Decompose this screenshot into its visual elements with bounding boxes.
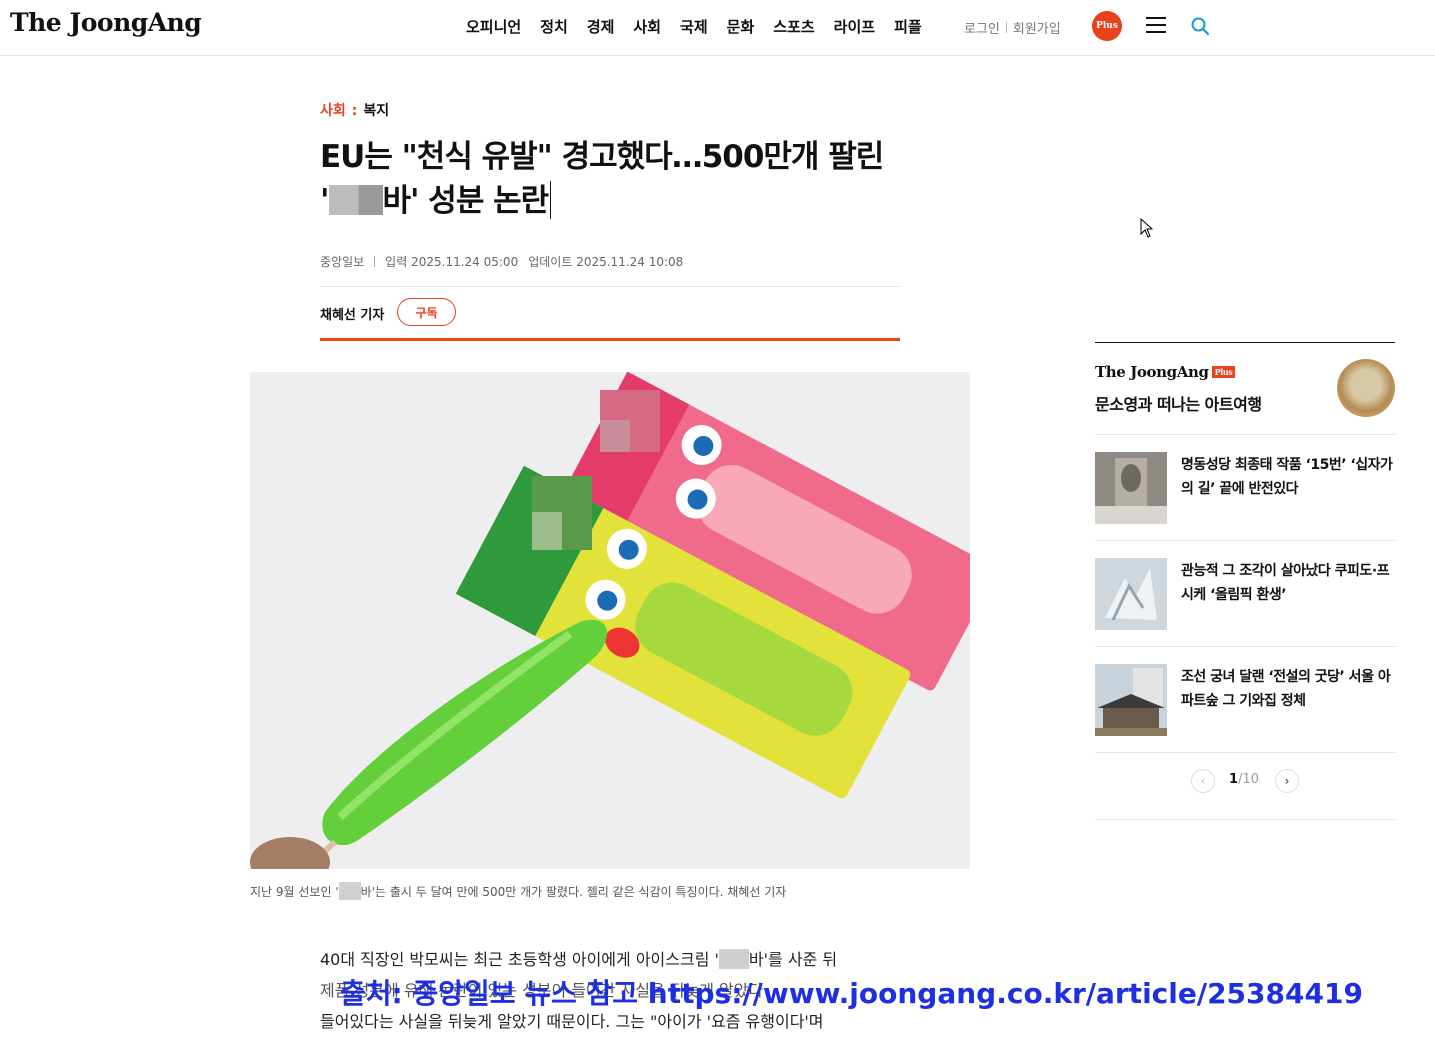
- list-item-title[interactable]: 조선 궁녀 달랜 ‘전설의 굿당’ 서울 아파트숲 그 기와집 정체: [1181, 665, 1397, 713]
- article-thumbnail: [1095, 452, 1167, 524]
- list-item-title[interactable]: 관능적 그 조각이 살아났다 쿠피도·프시케 ‘올림픽 환생’: [1181, 559, 1397, 607]
- publisher: 중앙일보: [320, 255, 365, 269]
- divider: [374, 256, 376, 267]
- sidebar-widget: The JoongAng Plus 문소영과 떠나는 아트여행 명동성당 최종태 …: [1095, 342, 1395, 820]
- site-header: The JoongAng 오피니언 정치 경제 사회 국제 문화 스포츠 라이프…: [0, 0, 1435, 56]
- breadcrumb: 사회: 복지: [320, 100, 389, 120]
- nav-item-people[interactable]: 피플: [894, 16, 922, 37]
- breadcrumb-subsection[interactable]: 복지: [363, 103, 389, 119]
- plus-tag: Plus: [1211, 366, 1236, 378]
- nav-item-international[interactable]: 국제: [680, 16, 708, 37]
- prev-page-button[interactable]: ‹: [1191, 769, 1215, 793]
- series-title[interactable]: 문소영과 떠나는 아트여행: [1095, 391, 1262, 415]
- next-page-button[interactable]: ›: [1275, 769, 1299, 793]
- article-title: EU는 "천식 유발" 경고했다…500만개 팔린 ' 바' 성분 논란: [320, 135, 920, 223]
- series-thumbnail: [1337, 359, 1395, 417]
- search-icon[interactable]: [1190, 16, 1210, 36]
- nav-item-economy[interactable]: 경제: [587, 16, 615, 37]
- breadcrumb-section[interactable]: 사회: [320, 103, 346, 119]
- list-item[interactable]: 명동성당 최종태 작품 ‘15번’ ‘십자가의 길’ 끝에 반전있다: [1095, 435, 1395, 541]
- page-current: 1: [1229, 772, 1239, 787]
- mouse-cursor-icon: [1140, 218, 1154, 238]
- nav-item-life[interactable]: 라이프: [834, 16, 875, 37]
- censored-block: [718, 949, 749, 969]
- update-label: 업데이트: [528, 255, 573, 269]
- page-total: /10: [1238, 772, 1259, 787]
- plus-logo: The JoongAng Plus: [1095, 363, 1236, 381]
- nav-item-politics[interactable]: 정치: [540, 16, 568, 37]
- breadcrumb-separator: :: [351, 103, 358, 119]
- nav-item-opinion[interactable]: 오피니언: [466, 16, 521, 37]
- photo-caption: 지난 9월 선보인 ' 바'는 출시 두 달여 만에 500만 개가 팔렸다. 젤…: [250, 882, 786, 900]
- auth-links: 로그인 회원가입: [964, 18, 1061, 37]
- input-label: 입력: [385, 255, 408, 269]
- divider: [1005, 22, 1007, 33]
- caption-prefix: 지난 9월 선보인 ': [250, 885, 339, 899]
- article-thumbnail: [1095, 664, 1167, 736]
- article-thumbnail: [1095, 558, 1167, 630]
- subscribe-button[interactable]: 구독: [397, 298, 456, 326]
- login-link[interactable]: 로그인: [964, 18, 1000, 37]
- body-text: 바'를 사준 뒤: [748, 950, 838, 969]
- title-quote: ': [320, 183, 329, 219]
- caption-text: 바'는 출시 두 달여 만에 500만 개가 팔렸다. 젤리 같은 식감이 특징…: [360, 885, 787, 899]
- nav-item-culture[interactable]: 문화: [727, 16, 755, 37]
- update-date: 2025.11.24 10:08: [576, 254, 684, 269]
- text-caret: [550, 181, 552, 219]
- input-date: 2025.11.24 05:00: [411, 254, 519, 269]
- body-paragraph-line: 40대 직장인 박모씨는 최근 초등학생 아이에게 아이스크림 ' 바'를 사준 …: [320, 944, 920, 975]
- reporter-name[interactable]: 채혜선 기자: [320, 304, 384, 323]
- article-meta: 중앙일보 입력 2025.11.24 05:00 업데이트 2025.11.24…: [320, 253, 683, 270]
- article-photo: [250, 372, 970, 869]
- hamburger-menu-icon[interactable]: [1146, 17, 1166, 33]
- plus-logo-text: The JoongAng: [1095, 363, 1209, 381]
- site-logo[interactable]: The JoongAng: [10, 8, 202, 37]
- title-line-1: EU는 "천식 유발" 경고했다…500만개 팔린: [320, 139, 884, 175]
- body-text: 40대 직장인 박모씨는 최근 초등학생 아이에게 아이스크림 ': [320, 950, 719, 969]
- list-item[interactable]: 조선 궁녀 달랜 ‘전설의 굿당’ 서울 아파트숲 그 기와집 정체: [1095, 647, 1395, 753]
- nav-item-sports[interactable]: 스포츠: [773, 16, 814, 37]
- censored-block: [338, 882, 361, 900]
- pagination: ‹ 1/10 ›: [1095, 753, 1395, 820]
- accent-divider: [320, 338, 900, 341]
- censored-block: [328, 185, 383, 215]
- nav-item-society[interactable]: 사회: [633, 16, 661, 37]
- list-item[interactable]: 관능적 그 조각이 살아났다 쿠피도·프시케 ‘올림픽 환생’: [1095, 541, 1395, 647]
- page-indicator: 1/10: [1229, 772, 1259, 787]
- signup-link[interactable]: 회원가입: [1013, 18, 1061, 37]
- plus-button[interactable]: Plus: [1092, 11, 1122, 41]
- plus-series-header[interactable]: The JoongAng Plus 문소영과 떠나는 아트여행: [1095, 343, 1395, 435]
- title-line-2: 바' 성분 논란: [382, 183, 550, 219]
- list-item-title[interactable]: 명동성당 최종태 작품 ‘15번’ ‘십자가의 길’ 끝에 반전있다: [1181, 453, 1397, 501]
- main-nav: 오피니언 정치 경제 사회 국제 문화 스포츠 라이프 피플: [466, 16, 941, 37]
- source-watermark: 출처: 중앙일보 뉴스 참고 https://www.joongang.co.k…: [340, 977, 1363, 1010]
- divider: [320, 286, 900, 287]
